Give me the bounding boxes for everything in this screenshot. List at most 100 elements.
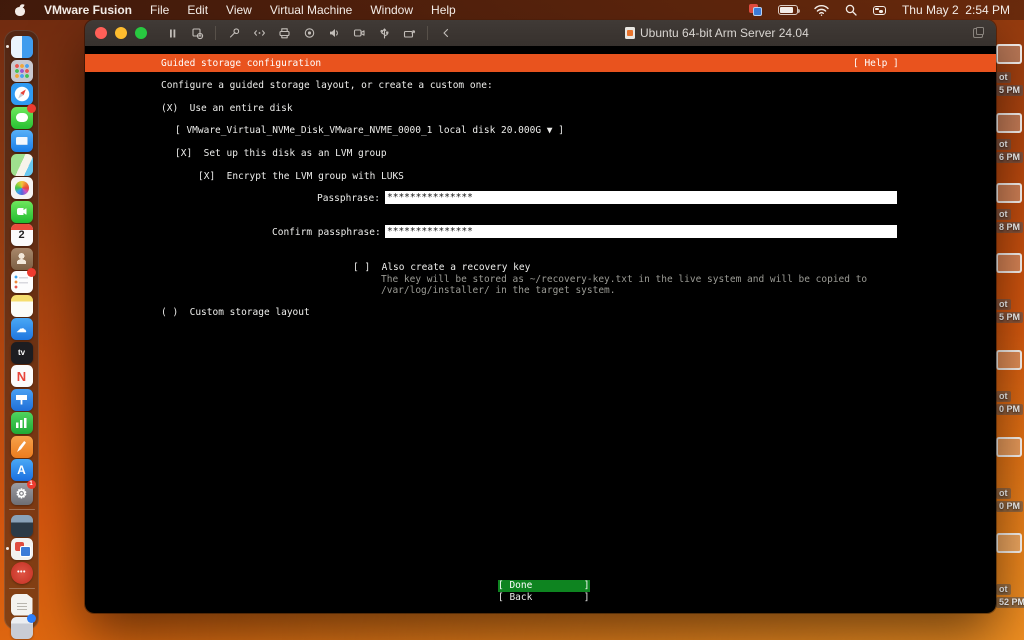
- file-thumbnail: [996, 44, 1022, 64]
- menu-edit[interactable]: Edit: [187, 3, 208, 17]
- dock-document-icon[interactable]: [11, 594, 33, 616]
- dock-facetime-icon[interactable]: [11, 201, 33, 223]
- wifi-icon[interactable]: [814, 5, 829, 16]
- intro-text: Configure a guided storage layout, or cr…: [161, 80, 493, 91]
- dock-maps-icon[interactable]: [11, 154, 33, 176]
- sound-toolbar-icon[interactable]: [325, 25, 343, 41]
- ubuntu-installer-screen: Guided storage configuration [ Help ] Co…: [85, 46, 996, 613]
- minimize-button[interactable]: [115, 27, 127, 39]
- dock-notes-icon[interactable]: [11, 295, 33, 317]
- disk-selector-dropdown[interactable]: [ VMware_Virtual_NVMe_Disk_VMware_NVME_0…: [175, 125, 564, 136]
- file-thumbnail: [996, 253, 1022, 273]
- chevron-toolbar-icon[interactable]: [437, 25, 455, 41]
- screenshot-file-label: ot: [996, 391, 1011, 402]
- toolbar-separator: [427, 26, 428, 40]
- close-button[interactable]: [95, 27, 107, 39]
- screenshot-file-label-time: 5 PM: [996, 312, 1023, 323]
- window-titlebar[interactable]: Ubuntu 64-bit Arm Server 24.04: [85, 20, 996, 46]
- usb-toolbar-icon[interactable]: [375, 25, 393, 41]
- dock-appstore-icon[interactable]: A: [11, 459, 33, 481]
- vmware-status-icon[interactable]: [749, 4, 762, 16]
- dock-reddots-icon[interactable]: •••: [11, 562, 33, 584]
- dock-photos-icon[interactable]: [11, 177, 33, 199]
- menu-virtual-machine[interactable]: Virtual Machine: [270, 3, 353, 17]
- vm-document-icon: [625, 27, 635, 39]
- dock-keynote-icon[interactable]: [11, 389, 33, 411]
- dock-messages-icon[interactable]: [11, 107, 33, 129]
- menu-clock[interactable]: Thu May 2 2:54 PM: [902, 3, 1010, 17]
- apple-menu-icon[interactable]: [14, 4, 26, 17]
- screenshot-file-label-time: 6 PM: [996, 152, 1023, 163]
- snapshots-toolbar-icon[interactable]: [188, 25, 206, 41]
- screenshot-file-icon[interactable]: [994, 253, 1024, 275]
- passphrase-label: Passphrase:: [317, 193, 380, 204]
- screenshot-file-label-time: 52 PM: [996, 597, 1024, 608]
- screenshot-file-icon[interactable]: [994, 44, 1024, 66]
- checkbox-lvm-group[interactable]: [X] Set up this disk as an LVM group: [175, 148, 387, 159]
- screenshot-file-icon[interactable]: [994, 533, 1024, 555]
- radio-use-entire-disk[interactable]: (X) Use an entire disk: [161, 103, 293, 114]
- display-toolbar-icon[interactable]: [350, 25, 368, 41]
- passphrase-input[interactable]: [385, 191, 897, 204]
- installer-title: Guided storage configuration: [161, 58, 321, 69]
- screenshot-file-label: ot: [996, 209, 1011, 220]
- installer-header-bar: Guided storage configuration [ Help ]: [85, 54, 996, 72]
- help-button[interactable]: [ Help ]: [853, 58, 899, 69]
- control-center-icon[interactable]: [873, 6, 886, 15]
- dock-separator: [9, 588, 35, 589]
- printer-toolbar-icon[interactable]: [275, 25, 293, 41]
- screenshot-file-icon[interactable]: [994, 350, 1024, 372]
- dock-news-icon[interactable]: N: [11, 365, 33, 387]
- pause-toolbar-icon[interactable]: [163, 25, 181, 41]
- wrench-toolbar-icon[interactable]: [225, 25, 243, 41]
- dock-safari-icon[interactable]: [11, 83, 33, 105]
- dock-vmware-icon[interactable]: [11, 538, 33, 560]
- dock-finder-icon[interactable]: [11, 36, 33, 58]
- notification-badge: [27, 268, 36, 277]
- progress-badge: [27, 614, 36, 623]
- menu-file[interactable]: File: [150, 3, 169, 17]
- dock-calendar-icon[interactable]: 2: [11, 224, 33, 246]
- menu-help[interactable]: Help: [431, 3, 456, 17]
- confirm-passphrase-input[interactable]: [385, 225, 897, 238]
- desktop: { "menubar": { "app_name": "VMware Fusio…: [0, 0, 1024, 640]
- dock-reminders-icon[interactable]: [11, 271, 33, 293]
- search-icon[interactable]: [845, 4, 857, 16]
- dock-numbers-icon[interactable]: [11, 412, 33, 434]
- battery-icon[interactable]: [778, 5, 798, 15]
- running-indicator-dot: [6, 547, 9, 550]
- checkbox-recovery-key[interactable]: [ ] Also create a recovery key: [353, 262, 530, 273]
- dock-launchpad-icon[interactable]: [11, 60, 33, 82]
- fullscreen-icon[interactable]: [973, 27, 984, 38]
- resolution-toolbar-icon[interactable]: [250, 25, 268, 41]
- file-thumbnail: [996, 113, 1022, 133]
- radio-custom-layout[interactable]: ( ) Custom storage layout: [161, 307, 310, 318]
- menu-window[interactable]: Window: [370, 3, 413, 17]
- running-indicator-dot: [6, 45, 9, 48]
- screenshot-file-icon[interactable]: [994, 113, 1024, 135]
- checkbox-luks-encrypt[interactable]: [X] Encrypt the LVM group with LUKS: [198, 171, 404, 182]
- dock-appletv-icon[interactable]: tv: [11, 342, 33, 364]
- recovery-help-line1: The key will be stored as ~/recovery-key…: [381, 274, 867, 285]
- share-toolbar-icon[interactable]: [400, 25, 418, 41]
- camera-toolbar-icon[interactable]: [300, 25, 318, 41]
- dock-mail-icon[interactable]: [11, 130, 33, 152]
- menu-app-name[interactable]: VMware Fusion: [44, 3, 132, 17]
- screenshot-file-label-time: 8 PM: [996, 222, 1023, 233]
- zoom-button[interactable]: [135, 27, 147, 39]
- menu-view[interactable]: View: [226, 3, 252, 17]
- dock-pages-icon[interactable]: [11, 436, 33, 458]
- dock-weather-icon[interactable]: ☁: [11, 318, 33, 340]
- screenshot-file-label-time: 0 PM: [996, 404, 1023, 415]
- dock-contacts-icon[interactable]: [11, 248, 33, 270]
- notification-badge: [27, 104, 36, 113]
- back-button[interactable]: [ Back ]: [498, 592, 590, 604]
- confirm-passphrase-label: Confirm passphrase:: [272, 227, 381, 238]
- dock-windowthumb-icon[interactable]: [11, 617, 33, 639]
- screenshot-file-icon[interactable]: [994, 183, 1024, 205]
- done-button[interactable]: [ Done ]: [498, 580, 590, 592]
- file-thumbnail: [996, 437, 1022, 457]
- dock-screenshotthumb-icon[interactable]: [11, 515, 33, 537]
- dock-settings-icon[interactable]: ⚙1: [11, 483, 33, 505]
- screenshot-file-icon[interactable]: [994, 437, 1024, 459]
